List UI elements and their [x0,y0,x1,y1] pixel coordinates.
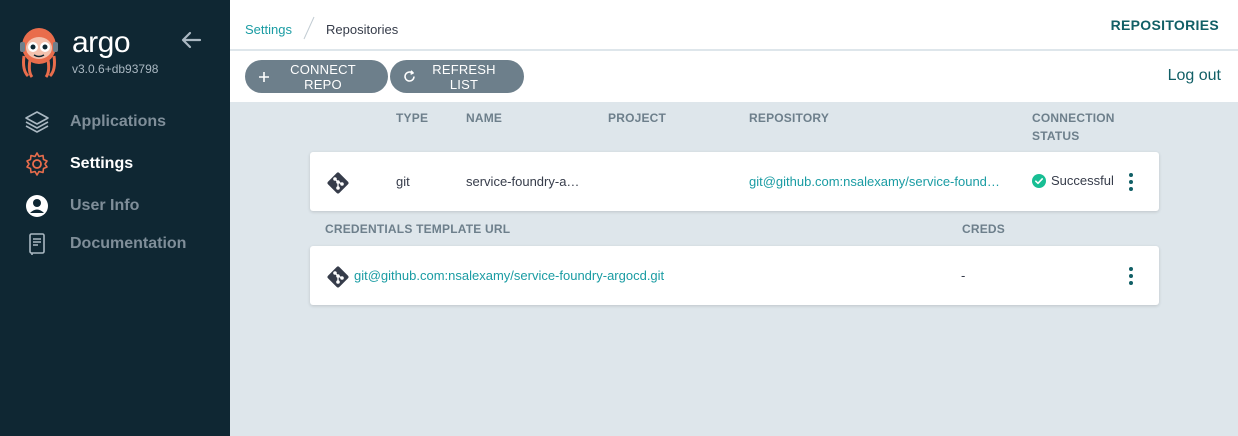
brand-name: argo [72,26,131,59]
column-header-name: NAME [466,111,503,125]
top-bar: Settings Repositories REPOSITORIES [230,0,1238,50]
column-header-type: TYPE [396,111,429,125]
breadcrumb-current: Repositories [325,21,399,37]
refresh-list-label: REFRESH LIST [432,61,496,92]
sidebar-item-user-info[interactable]: User Info [0,186,230,226]
kebab-dot-icon [1129,281,1133,285]
column-header-credentials-url: CREDENTIALS TEMPLATE URL [325,222,511,236]
column-header-creds: CREDS [962,222,1006,236]
git-icon [327,266,349,288]
column-header-line: CONNECTION [1032,111,1115,125]
sidebar-item-label: Settings [70,155,134,172]
row-actions-menu-button[interactable] [1125,171,1137,193]
layers-icon [24,109,50,135]
book-icon [24,231,50,257]
table-row[interactable]: git service-foundry-a… git@github.com:ns… [310,152,1159,211]
arrow-left-icon [181,31,202,49]
toolbar: CONNECT REPO REFRESH LIST Log out [230,51,1238,102]
breadcrumb: Settings Repositories [245,16,399,41]
page-title: REPOSITORIES [1110,17,1219,33]
sidebar-item-settings[interactable]: Settings [0,144,230,184]
argo-logo-icon [20,28,58,78]
connect-repo-label: CONNECT REPO [290,61,356,92]
logout-link[interactable]: Log out [1168,67,1221,85]
column-header-project: PROJECT [608,111,667,125]
table-row[interactable]: git@github.com:nsalexamy/service-foundry… [310,246,1159,305]
kebab-dot-icon [1129,173,1133,177]
column-header-repository: REPOSITORY [749,111,830,125]
kebab-dot-icon [1129,187,1133,191]
connect-repo-button[interactable]: CONNECT REPO [245,60,388,93]
check-circle-icon [1032,173,1046,188]
sidebar-item-label: Documentation [70,235,187,252]
kebab-dot-icon [1129,180,1133,184]
sidebar-item-label: Applications [70,113,167,130]
sidebar: argo v3.0.6+db93798 Applications Setting… [0,0,230,436]
repo-name: service-foundry-a… [466,174,580,189]
column-header-line: STATUS [1032,129,1080,143]
refresh-list-button[interactable]: REFRESH LIST [390,60,524,93]
main-content: TYPE NAME PROJECT REPOSITORY CONNECTION … [230,102,1238,436]
sidebar-item-label: User Info [70,197,140,214]
column-header-connection-status: CONNECTION STATUS [1032,109,1115,145]
kebab-dot-icon [1129,267,1133,271]
repo-url-link[interactable]: git@github.com:nsalexamy/service-found… [749,174,1000,189]
credentials-url-link[interactable]: git@github.com:nsalexamy/service-foundry… [354,268,664,283]
kebab-dot-icon [1129,274,1133,278]
collapse-sidebar-button[interactable] [178,28,204,52]
gear-icon [24,151,50,177]
breadcrumb-settings-link[interactable]: Settings [245,22,292,37]
connection-status: Successful [1032,173,1114,188]
brand-version: v3.0.6+db93798 [72,62,159,76]
row-actions-menu-button[interactable] [1125,265,1137,287]
refresh-icon [403,70,416,83]
plus-icon [258,71,270,83]
sidebar-item-applications[interactable]: Applications [0,102,230,142]
user-icon [24,193,50,219]
sidebar-nav: Applications Settings User Info Document… [0,104,230,264]
connection-status-text: Successful [1051,173,1114,188]
repo-type: git [396,174,410,189]
credentials-creds: - [961,268,966,283]
sidebar-item-documentation[interactable]: Documentation [0,224,230,264]
git-icon [327,172,349,194]
breadcrumb-separator-icon [303,16,315,40]
